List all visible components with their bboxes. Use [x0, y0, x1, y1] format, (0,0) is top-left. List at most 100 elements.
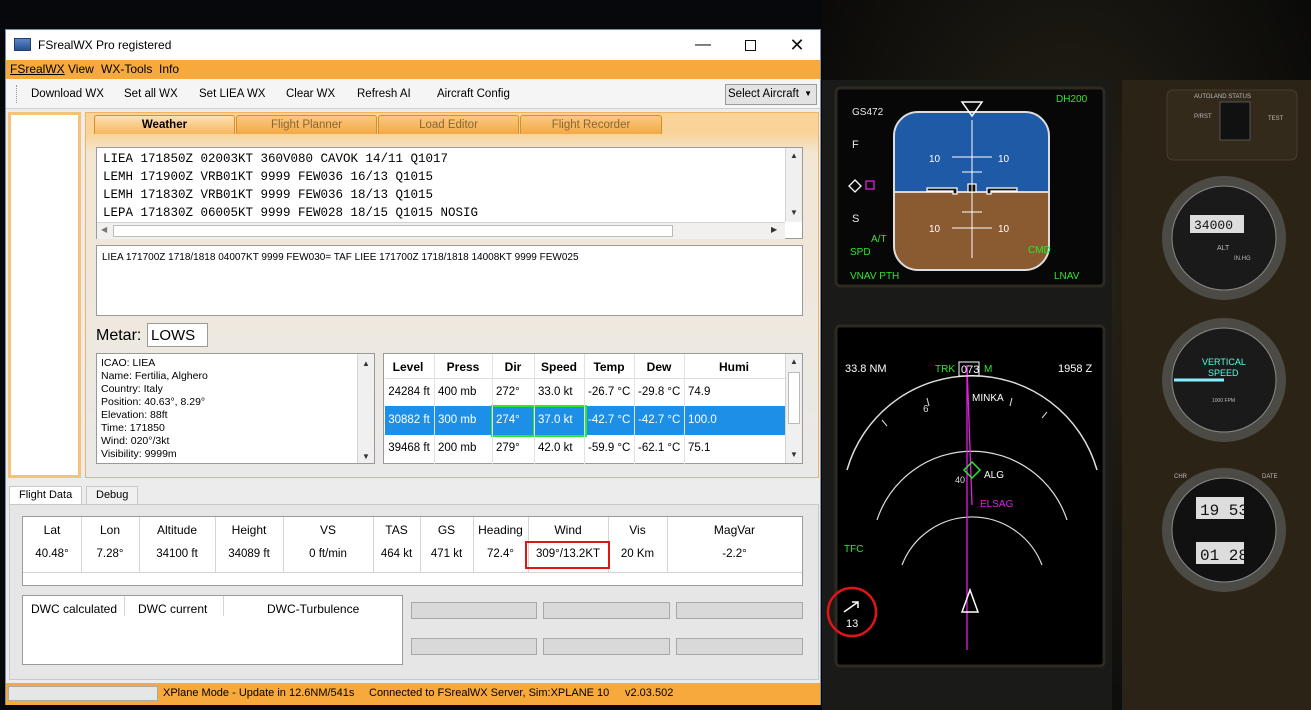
menu-wx-tools[interactable]: WX-Tools	[101, 62, 152, 76]
fd-header-tas: TAS	[385, 523, 408, 537]
bottom-tab-strip: Flight Data Debug	[6, 486, 820, 504]
maximize-button[interactable]	[727, 30, 773, 60]
toolbar: Download WX Set all WX Set LIEA WX Clear…	[6, 79, 820, 109]
cell-dew: -29.8 °C	[638, 386, 681, 398]
station-name: Name: Fertilia, Alghero	[101, 370, 208, 382]
clock-chr-label: CHR	[1174, 474, 1188, 480]
aircraft-config-button[interactable]: Aircraft Config	[437, 88, 510, 100]
taf-text[interactable]: LIEA 171700Z 1718/1818 04007KT 9999 FEW0…	[96, 245, 803, 316]
fd-value-vs: 0 ft/min	[309, 548, 347, 560]
scroll-up-icon[interactable]: ▲	[362, 357, 370, 370]
metar-horizontal-scrollbar[interactable]: ◀ ▶	[97, 222, 785, 239]
set-all-wx-button[interactable]: Set all WX	[124, 88, 178, 100]
fd-value-tas: 464 kt	[380, 548, 413, 560]
cockpit-panel: 10 10 10 10 GS472 DH200 F S A/T SPD CMD …	[822, 0, 1311, 710]
select-aircraft-dropdown[interactable]: Select Aircraft ▼	[725, 84, 817, 105]
nd-wind-speed: 13	[846, 618, 858, 630]
adi-lnav-label: LNAV	[1054, 271, 1080, 282]
tab-flight-data[interactable]: Flight Data	[9, 486, 83, 504]
adi-cmd-label: CMD	[1028, 245, 1051, 256]
metar-line[interactable]: LEMH 171830Z VRB01KT 9999 FEW036 18/13 Q…	[103, 188, 433, 202]
fd-value-heading: 72.4°	[487, 548, 514, 560]
clear-wx-button[interactable]: Clear WX	[286, 88, 335, 100]
scroll-down-icon[interactable]: ▼	[362, 450, 370, 463]
cockpit-instruments: 10 10 10 10 GS472 DH200 F S A/T SPD CMD …	[822, 80, 1311, 710]
nd-trk-label: TRK	[935, 364, 955, 375]
tab-weather[interactable]: Weather	[94, 115, 235, 134]
winds-aloft-table[interactable]: Level Press Dir Speed Temp Dew Humi 2428…	[383, 353, 803, 464]
gauge-bar	[411, 602, 537, 619]
cell-temp: -59.9 °C	[588, 442, 631, 454]
wind-table-scrollbar[interactable]: ▲ ▼	[785, 354, 802, 463]
status-mode: XPlane Mode - Update in 12.6NM/541s	[163, 687, 355, 699]
cell-temp: -26.7 °C	[588, 386, 631, 398]
scroll-up-icon[interactable]: ▲	[790, 357, 798, 366]
metar-list[interactable]: LIEA 171850Z 02003KT 360V080 CAVOK 14/11…	[96, 147, 803, 239]
scroll-up-icon[interactable]: ▲	[790, 151, 798, 160]
col-header-temp[interactable]: Temp	[584, 360, 634, 374]
tab-flight-planner[interactable]: Flight Planner	[236, 115, 377, 134]
close-button[interactable]: ✕	[774, 30, 820, 60]
status-version: v2.03.502	[625, 687, 674, 699]
wind-highlight-box	[525, 541, 610, 569]
col-header-speed[interactable]: Speed	[534, 360, 584, 374]
dwc-current-label: DWC current	[138, 602, 208, 616]
metar-line[interactable]: LEMH 171900Z VRB01KT 9999 FEW036 16/13 Q…	[103, 170, 433, 184]
test-label: TEST	[1268, 116, 1284, 122]
adi-side-letter-s: S	[852, 213, 859, 225]
table-row-selected[interactable]: 30882 ft 300 mb 274° 37.0 kt -42.7 °C -4…	[385, 405, 785, 437]
weather-panel: Weather Flight Planner Load Editor Fligh…	[85, 112, 819, 478]
scroll-thumb[interactable]	[113, 225, 673, 237]
dropdown-arrow-icon: ▼	[804, 89, 812, 98]
metar-line[interactable]: LIEA 171850Z 02003KT 360V080 CAVOK 14/11…	[103, 152, 448, 166]
metar-line[interactable]: LEPA 171830Z 06005KT 9999 FEW028 18/15 Q…	[103, 206, 478, 220]
download-wx-button[interactable]: Download WX	[31, 88, 104, 100]
title-bar[interactable]: FSrealWX Pro registered — ✕	[6, 30, 820, 60]
fd-header-wind: Wind	[554, 523, 582, 537]
gauge-bar	[676, 638, 803, 655]
station-info-box[interactable]: ICAO: LIEA Name: Fertilia, Alghero Count…	[96, 353, 375, 464]
set-liea-wx-button[interactable]: Set LIEA WX	[199, 88, 265, 100]
dwc-turbulence-label: DWC-Turbulence	[267, 602, 360, 616]
gauge-bar	[543, 638, 670, 655]
col-divider	[534, 354, 535, 464]
tab-flight-recorder[interactable]: Flight Recorder	[520, 115, 662, 134]
menu-view[interactable]: View	[68, 62, 94, 76]
col-header-dir[interactable]: Dir	[492, 360, 534, 374]
col-header-dew[interactable]: Dew	[634, 360, 684, 374]
tab-load-editor[interactable]: Load Editor	[378, 115, 519, 134]
scroll-down-icon[interactable]: ▼	[790, 208, 798, 217]
metar-icao-input[interactable]	[147, 323, 208, 347]
scroll-left-icon[interactable]: ◀	[101, 225, 107, 234]
station-time: Time: 171850	[101, 422, 165, 434]
adi-gs-label: GS472	[852, 107, 884, 118]
cell-dir: 272°	[496, 386, 520, 398]
menu-info[interactable]: Info	[159, 62, 179, 76]
col-header-level[interactable]: Level	[384, 360, 432, 374]
gauge-bar	[411, 638, 537, 655]
station-info-scrollbar[interactable]: ▲ ▼	[357, 354, 374, 463]
nd-waypoint-alg: ALG	[984, 470, 1004, 481]
vs-title-1: VERTICAL	[1202, 357, 1246, 367]
scroll-down-icon[interactable]: ▼	[790, 450, 798, 459]
scroll-right-icon[interactable]: ▶	[771, 225, 777, 234]
metar-vertical-scrollbar[interactable]: ▲ ▼	[785, 148, 802, 222]
aircraft-list-panel[interactable]	[8, 112, 81, 478]
scroll-thumb[interactable]	[788, 372, 800, 424]
adi-at-label: A/T	[871, 234, 887, 245]
minimize-button[interactable]: —	[680, 30, 726, 60]
col-header-humi[interactable]: Humi	[684, 360, 784, 374]
metar-label: Metar:	[96, 327, 142, 344]
tab-debug[interactable]: Debug	[86, 486, 139, 504]
table-row[interactable]: 39468 ft 200 mb 279° 42.0 kt -59.9 °C -6…	[384, 436, 786, 462]
cell-level: 24284 ft	[388, 386, 430, 398]
altimeter-alt-label: ALT	[1217, 245, 1230, 252]
menu-fsrealwx[interactable]: FSrealWX	[10, 62, 65, 76]
pbst-label: P/RST	[1194, 114, 1212, 120]
adi-pitch-mark: 10	[998, 224, 1010, 235]
fd-header-altitude: Altitude	[156, 523, 198, 537]
refresh-ai-button[interactable]: Refresh AI	[357, 88, 411, 100]
table-row[interactable]: 24284 ft 400 mb 272° 33.0 kt -26.7 °C -2…	[384, 380, 786, 406]
col-divider	[584, 354, 585, 464]
col-header-press[interactable]: Press	[434, 360, 492, 374]
